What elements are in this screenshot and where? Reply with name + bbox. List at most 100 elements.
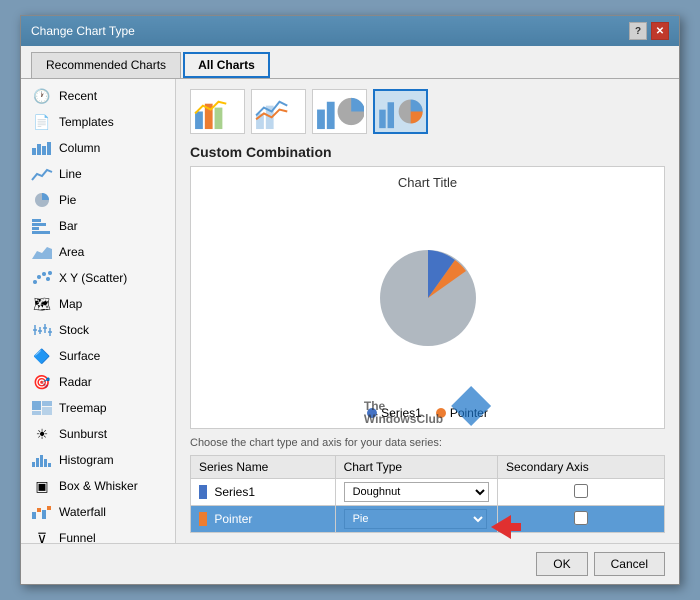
sidebar-label-map: Map <box>59 297 82 311</box>
main-panel: Custom Combination Chart Title <box>176 79 679 543</box>
help-button[interactable]: ? <box>629 22 647 40</box>
legend-label-series1: Series1 <box>381 406 422 420</box>
ok-button[interactable]: OK <box>536 552 587 576</box>
sidebar-label-funnel: Funnel <box>59 531 96 543</box>
chart-title: Chart Title <box>398 175 457 190</box>
boxwhisker-icon: ▣ <box>31 478 53 494</box>
col-header-secondary-axis: Secondary Axis <box>498 456 665 479</box>
chart-thumb-3[interactable] <box>312 89 367 134</box>
col-header-chart-type: Chart Type <box>335 456 497 479</box>
sidebar-label-line: Line <box>59 167 82 181</box>
sidebar: 🕐 Recent 📄 Templates Column Line <box>21 79 176 543</box>
sidebar-label-boxwhisker: Box & Whisker <box>59 479 138 493</box>
sidebar-label-histogram: Histogram <box>59 453 114 467</box>
chart-thumb-4[interactable] <box>373 89 428 134</box>
treemap-icon <box>31 400 53 416</box>
stock-icon <box>31 322 53 338</box>
pointer-secondary-axis-cell <box>498 506 665 533</box>
line-icon <box>31 166 53 182</box>
chart-types-row <box>190 89 665 134</box>
pointer-name: Pointer <box>214 512 252 526</box>
sidebar-item-area[interactable]: Area <box>21 239 175 265</box>
sidebar-item-stock[interactable]: Stock <box>21 317 175 343</box>
map-icon: 🗺 <box>31 296 53 312</box>
chart-legend: Series1 Pointer <box>367 406 488 420</box>
section-title: Custom Combination <box>190 144 665 160</box>
series1-charttype-cell: Doughnut Pie Bar Column Line <box>335 479 497 506</box>
chart-thumb-1[interactable] <box>190 89 245 134</box>
series1-name-cell: Series1 <box>191 479 336 506</box>
histogram-icon <box>31 452 53 468</box>
tab-all-charts[interactable]: All Charts <box>183 52 270 78</box>
sidebar-label-radar: Radar <box>59 375 92 389</box>
sidebar-label-sunburst: Sunburst <box>59 427 107 441</box>
legend-item-pointer: Pointer <box>436 406 488 420</box>
sidebar-item-treemap[interactable]: Treemap <box>21 395 175 421</box>
series1-charttype-dropdown[interactable]: Doughnut Pie Bar Column Line <box>344 482 489 502</box>
area-icon <box>31 244 53 260</box>
templates-icon: 📄 <box>31 114 53 130</box>
funnel-icon: ⊽ <box>31 530 53 543</box>
sidebar-label-column: Column <box>59 141 100 155</box>
dialog-title: Change Chart Type <box>31 24 135 38</box>
tab-recommended[interactable]: Recommended Charts <box>31 52 181 78</box>
sidebar-item-map[interactable]: 🗺 Map <box>21 291 175 317</box>
sidebar-item-pie[interactable]: Pie <box>21 187 175 213</box>
sidebar-item-recent[interactable]: 🕐 Recent <box>21 83 175 109</box>
red-arrow <box>491 515 521 539</box>
sidebar-item-scatter[interactable]: X Y (Scatter) <box>21 265 175 291</box>
pointer-secondary-axis-checkbox[interactable] <box>574 511 588 525</box>
waterfall-icon <box>31 504 53 520</box>
series1-secondary-axis-checkbox[interactable] <box>574 484 588 498</box>
sidebar-label-recent: Recent <box>59 89 97 103</box>
bar-icon <box>31 218 53 234</box>
sidebar-item-sunburst[interactable]: ☀ Sunburst <box>21 421 175 447</box>
legend-dot-pointer <box>436 408 446 418</box>
legend-label-pointer: Pointer <box>450 406 488 420</box>
series1-name: Series1 <box>214 485 255 499</box>
chart-thumb-2[interactable] <box>251 89 306 134</box>
title-bar-controls: ? ✕ <box>629 22 669 40</box>
table-row-series1: Series1 Doughnut Pie Bar Column Line <box>191 479 665 506</box>
close-button[interactable]: ✕ <box>651 22 669 40</box>
pie-icon <box>31 192 53 208</box>
pointer-name-cell: Pointer <box>191 506 336 533</box>
column-icon <box>31 140 53 156</box>
series-instruction-label: Choose the chart type and axis for your … <box>190 437 665 449</box>
series1-color <box>199 485 207 499</box>
footer-buttons: OK Cancel <box>21 543 679 584</box>
sunburst-icon: ☀ <box>31 426 53 442</box>
change-chart-type-dialog: Change Chart Type ? ✕ Recommended Charts… <box>20 15 680 585</box>
table-row-pointer: Pointer Pie Doughnut Bar Column Line <box>191 506 665 533</box>
sidebar-label-bar: Bar <box>59 219 78 233</box>
surface-icon: 🔷 <box>31 348 53 364</box>
series1-dropdown-container: Doughnut Pie Bar Column Line <box>344 482 489 502</box>
sidebar-item-column[interactable]: Column <box>21 135 175 161</box>
sidebar-item-surface[interactable]: 🔷 Surface <box>21 343 175 369</box>
sidebar-label-treemap: Treemap <box>59 401 107 415</box>
content-area: 🕐 Recent 📄 Templates Column Line <box>21 79 679 543</box>
cancel-button[interactable]: Cancel <box>594 552 665 576</box>
pointer-dropdown-container: Pie Doughnut Bar Column Line <box>344 509 489 529</box>
sidebar-item-bar[interactable]: Bar <box>21 213 175 239</box>
tabs-row: Recommended Charts All Charts <box>21 46 679 79</box>
pointer-charttype-dropdown[interactable]: Pie Doughnut Bar Column Line <box>344 509 487 529</box>
col-header-series-name: Series Name <box>191 456 336 479</box>
sidebar-item-waterfall[interactable]: Waterfall <box>21 499 175 525</box>
sidebar-item-histogram[interactable]: Histogram <box>21 447 175 473</box>
pointer-color <box>199 512 207 526</box>
sidebar-label-pie: Pie <box>59 193 76 207</box>
pie-chart-container <box>363 194 493 402</box>
sidebar-item-line[interactable]: Line <box>21 161 175 187</box>
sidebar-label-surface: Surface <box>59 349 100 363</box>
preview-box: Chart Title Series1 <box>190 166 665 429</box>
pointer-charttype-cell: Pie Doughnut Bar Column Line <box>335 506 497 533</box>
legend-item-series1: Series1 <box>367 406 422 420</box>
sidebar-item-boxwhisker[interactable]: ▣ Box & Whisker <box>21 473 175 499</box>
title-bar: Change Chart Type ? ✕ <box>21 16 679 46</box>
sidebar-label-scatter: X Y (Scatter) <box>59 271 127 285</box>
sidebar-item-templates[interactable]: 📄 Templates <box>21 109 175 135</box>
sidebar-item-radar[interactable]: 🎯 Radar <box>21 369 175 395</box>
sidebar-label-stock: Stock <box>59 323 89 337</box>
sidebar-item-funnel[interactable]: ⊽ Funnel <box>21 525 175 543</box>
